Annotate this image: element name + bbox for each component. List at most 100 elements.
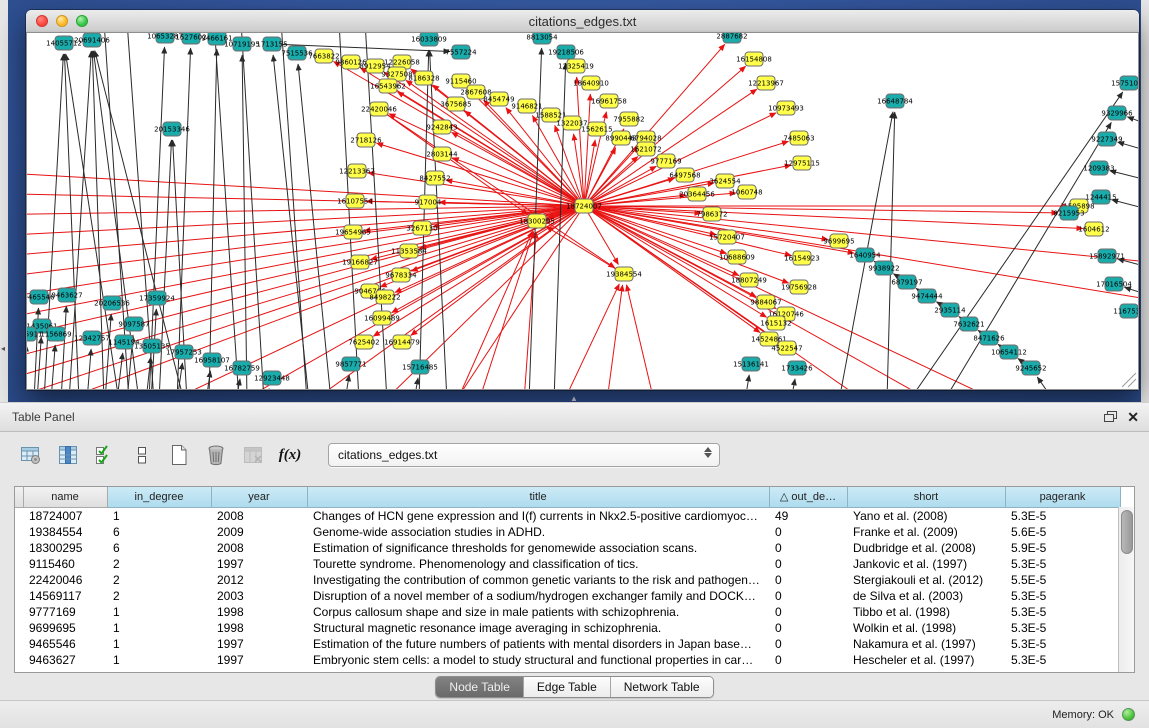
close-window-icon[interactable]	[36, 15, 48, 27]
table-cell[interactable]: Changes of HCN gene expression and I(f) …	[307, 507, 769, 524]
graph-node[interactable]: 7632621	[953, 317, 984, 331]
graph-node[interactable]: 7955882	[613, 112, 644, 126]
table-cell[interactable]: Disruption of a novel member of a sodium…	[307, 588, 769, 604]
graph-edge[interactable]	[27, 171, 584, 206]
table-row[interactable]: 1872400712008Changes of HCN gene express…	[15, 507, 1120, 524]
float-panel-icon[interactable]	[1104, 411, 1117, 423]
graph-node[interactable]: 8427552	[419, 171, 450, 185]
graph-node[interactable]: 16107554	[337, 194, 373, 208]
graph-edge[interactable]	[452, 132, 584, 206]
graph-node[interactable]: 1621072	[630, 142, 661, 156]
table-cell[interactable]: 0	[769, 652, 847, 668]
node-attribute-table[interactable]: namein_degreeyeartitle△ out_de…shortpage…	[14, 486, 1135, 673]
column-header-title[interactable]: title	[307, 487, 769, 507]
graph-edge[interactable]	[584, 206, 791, 255]
graph-node[interactable]: 16033809	[411, 33, 447, 46]
table-cell[interactable]: 0	[769, 572, 847, 588]
graph-node[interactable]: 15892971	[1089, 249, 1125, 263]
table-cell[interactable]: 5.9E-5	[1005, 540, 1120, 556]
graph-edge[interactable]	[61, 306, 66, 389]
zoom-window-icon[interactable]	[76, 15, 88, 27]
graph-edge[interactable]	[457, 231, 533, 389]
graph-node[interactable]: 9245652	[1015, 361, 1046, 375]
graph-edge[interactable]	[273, 55, 309, 389]
table-cell[interactable]: 9465546	[23, 636, 107, 652]
table-cell[interactable]: 1	[107, 620, 211, 636]
graph-node[interactable]: 7557224	[445, 45, 477, 59]
graph-edge[interactable]	[414, 378, 418, 389]
graph-node[interactable]: 9463627	[51, 288, 82, 302]
table-cell[interactable]: 1	[107, 604, 211, 620]
table-row[interactable]: 969969511998Structural magnetic resonanc…	[15, 620, 1120, 636]
table-cell[interactable]: Franke et al. (2009)	[847, 524, 1005, 540]
graph-edge[interactable]	[1127, 117, 1138, 127]
graph-node[interactable]: 12923448	[254, 371, 290, 385]
table-cell[interactable]: 9777169	[23, 604, 107, 620]
table-cell[interactable]: 2	[107, 572, 211, 588]
graph-node[interactable]: 10654112	[991, 345, 1027, 359]
graph-node[interactable]: 1060748	[731, 185, 762, 199]
graph-node[interactable]: 7986372	[696, 207, 727, 221]
table-cell[interactable]: 9699695	[23, 620, 107, 636]
graph-node[interactable]: 8813054	[526, 33, 558, 44]
column-header-name[interactable]: name	[23, 487, 107, 507]
table-row[interactable]: 2242004622012Investigating the contribut…	[15, 572, 1120, 588]
table-cell[interactable]: Nakamura et al. (1997)	[847, 636, 1005, 652]
table-cell[interactable]: 0	[769, 620, 847, 636]
graph-node[interactable]: 1209383	[1083, 161, 1114, 175]
graph-node[interactable]: 16154808	[736, 52, 772, 66]
row-height-icon[interactable]	[129, 442, 155, 468]
table-cell[interactable]: 2008	[211, 540, 307, 556]
graph-node[interactable]: 20364456	[679, 187, 715, 201]
table-cell[interactable]: 1997	[211, 556, 307, 572]
column-header-△ out_de…[interactable]: △ out_de…	[769, 487, 847, 507]
table-row[interactable]: 1938455462009Genome-wide association stu…	[15, 524, 1120, 540]
table-cell[interactable]: de Silva et al. (2003)	[847, 588, 1005, 604]
table-cell[interactable]: Estimation of the future numbers of pati…	[307, 636, 769, 652]
table-cell[interactable]: Estimation of significance thresholds fo…	[307, 540, 769, 556]
graph-edge[interactable]	[27, 206, 584, 259]
table-columns-icon[interactable]	[55, 442, 81, 468]
table-cell[interactable]: 9463627	[23, 652, 107, 668]
table-cell[interactable]: Tourette syndrome. Phenomenology and cla…	[307, 556, 769, 572]
table-scrollbar-thumb[interactable]	[1121, 510, 1133, 554]
graph-node[interactable]: 9227349	[1091, 132, 1122, 146]
table-cell[interactable]: 5.3E-5	[1005, 507, 1120, 524]
table-cell[interactable]: 2003	[211, 588, 307, 604]
graph-node[interactable]: 1640954	[849, 248, 881, 262]
table-cell[interactable]: 0	[769, 524, 847, 540]
table-cell[interactable]: 5.6E-5	[1005, 524, 1120, 540]
graph-edge[interactable]	[745, 375, 749, 389]
table-row[interactable]: 946362711997Embryonic stem cells: a mode…	[15, 652, 1120, 668]
graph-node[interactable]: 7485063	[783, 131, 814, 145]
table-cell[interactable]: 14569117	[23, 588, 107, 604]
graph-node[interactable]: 2718126	[350, 133, 382, 147]
graph-node[interactable]: 1733426	[781, 361, 813, 375]
table-cell[interactable]: 2	[107, 556, 211, 572]
graph-edge[interactable]	[37, 337, 41, 389]
network-canvas[interactable]: 1872400718300295193845541222605893275088…	[26, 33, 1139, 390]
table-cell[interactable]: 0	[769, 556, 847, 572]
column-header-in_degree[interactable]: in_degree	[107, 487, 211, 507]
graph-node[interactable]: 12213967	[748, 76, 784, 90]
graph-node[interactable]: 12975115	[784, 156, 820, 170]
graph-edge[interactable]	[577, 77, 584, 206]
graph-node[interactable]: 3675685	[440, 97, 471, 111]
graph-node[interactable]: 17359924	[139, 291, 175, 305]
table-cell[interactable]: 1997	[211, 636, 307, 652]
graph-node[interactable]: 6879197	[891, 275, 922, 289]
graph-edge[interactable]	[281, 33, 307, 389]
table-cell[interactable]: 5.3E-5	[1005, 636, 1120, 652]
table-cell[interactable]: 5.3E-5	[1005, 620, 1120, 636]
graph-node[interactable]: 9938922	[868, 261, 899, 275]
table-cell[interactable]: 5.3E-5	[1005, 588, 1120, 604]
column-header-short[interactable]: short	[847, 487, 1005, 507]
graph-node[interactable]: 19166827	[342, 255, 378, 269]
table-cell[interactable]: Jankovic et al. (1997)	[847, 556, 1005, 572]
table-cell[interactable]: 1998	[211, 620, 307, 636]
table-cell[interactable]: Structural magnetic resonance image aver…	[307, 620, 769, 636]
canvas-resize-grip-icon[interactable]	[1122, 373, 1136, 387]
table-cell[interactable]: 2012	[211, 572, 307, 588]
column-header-pagerank[interactable]: pagerank	[1005, 487, 1120, 507]
table-row[interactable]: 1456911722003Disruption of a novel membe…	[15, 588, 1120, 604]
